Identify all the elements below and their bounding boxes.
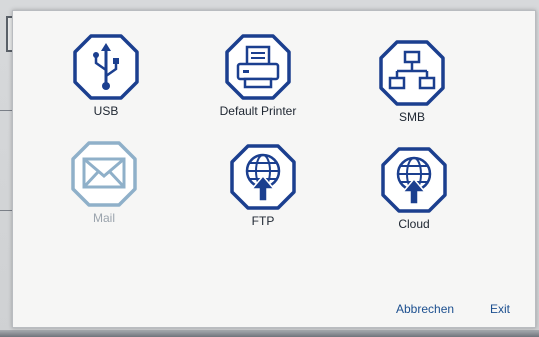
globe-upload-icon: [381, 147, 447, 213]
ftp-label: FTP: [251, 214, 275, 228]
cloud-label: Cloud: [398, 217, 430, 231]
smb-tile[interactable]: SMB: [357, 38, 467, 138]
default-printer-label: Default Printer: [219, 104, 297, 118]
scan-destination-dialog: USB Default Printer SMB Mail FTP Cloud A…: [12, 10, 536, 328]
mail-tile: Mail: [49, 139, 159, 239]
screen-bottom-edge: [0, 330, 539, 337]
ftp-tile[interactable]: FTP: [208, 142, 318, 242]
usb-tile[interactable]: USB: [51, 32, 161, 132]
cancel-button[interactable]: Abbrechen: [396, 302, 454, 316]
cloud-tile[interactable]: Cloud: [359, 145, 469, 245]
mail-icon: [71, 141, 137, 207]
printer-icon: [225, 34, 291, 100]
usb-label: USB: [93, 104, 119, 118]
globe-upload-icon: [230, 144, 296, 210]
usb-icon: [73, 34, 139, 100]
network-icon: [379, 40, 445, 106]
smb-label: SMB: [398, 110, 425, 124]
exit-button[interactable]: Exit: [490, 302, 510, 316]
mail-label: Mail: [92, 211, 115, 225]
default-printer-tile[interactable]: Default Printer: [203, 32, 313, 132]
